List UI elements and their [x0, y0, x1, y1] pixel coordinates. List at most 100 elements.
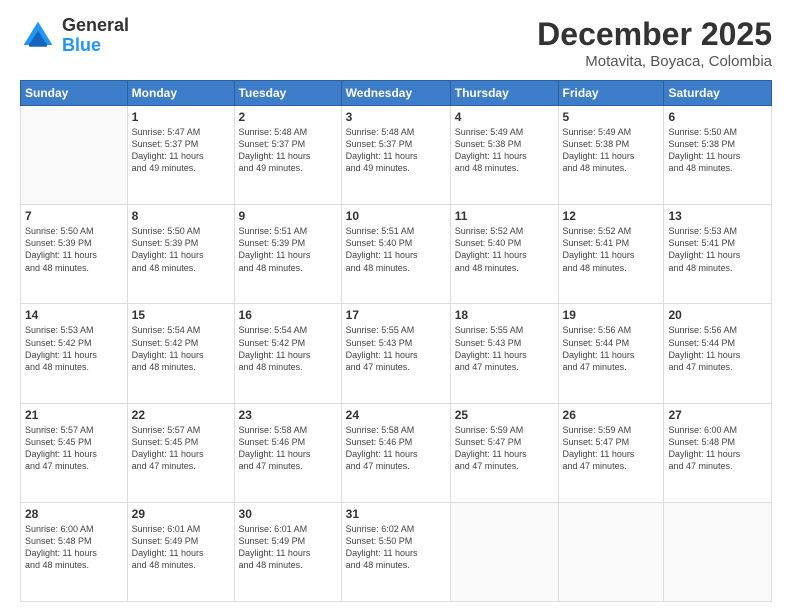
calendar-cell: 14 Sunrise: 5:53 AM Sunset: 5:42 PM Dayli…: [21, 304, 128, 403]
day-info: Sunrise: 6:01 AM Sunset: 5:49 PM Dayligh…: [132, 523, 230, 572]
page: General Blue December 2025 Motavita, Boy…: [0, 0, 792, 612]
calendar-cell: 21 Sunrise: 5:57 AM Sunset: 5:45 PM Dayli…: [21, 403, 128, 502]
calendar-week-row: 21 Sunrise: 5:57 AM Sunset: 5:45 PM Dayli…: [21, 403, 772, 502]
day-number: 23: [239, 408, 337, 422]
day-number: 16: [239, 308, 337, 322]
calendar-cell: 23 Sunrise: 5:58 AM Sunset: 5:46 PM Dayli…: [234, 403, 341, 502]
calendar-cell: 28Sunrise: 6:00 AM Sunset: 5:48 PM Dayli…: [21, 502, 128, 601]
day-info: Sunrise: 5:50 AM Sunset: 5:38 PM Dayligh…: [668, 126, 767, 175]
day-number: 19: [563, 308, 660, 322]
day-number: 10: [346, 209, 446, 223]
day-number: 17: [346, 308, 446, 322]
calendar-cell: [450, 502, 558, 601]
calendar-cell: 4 Sunrise: 5:49 AM Sunset: 5:38 PM Daylig…: [450, 106, 558, 205]
day-number: 30: [239, 507, 337, 521]
day-info: Sunrise: 5:53 AM Sunset: 5:42 PM Dayligh…: [25, 324, 123, 373]
calendar-cell: 18Sunrise: 5:55 AM Sunset: 5:43 PM Dayli…: [450, 304, 558, 403]
month-title: December 2025: [537, 16, 772, 53]
day-info: Sunrise: 5:51 AM Sunset: 5:39 PM Dayligh…: [239, 225, 337, 274]
weekday-header: Tuesday: [234, 81, 341, 106]
day-number: 6: [668, 110, 767, 124]
calendar-cell: 25 Sunrise: 5:59 AM Sunset: 5:47 PM Dayli…: [450, 403, 558, 502]
day-number: 9: [239, 209, 337, 223]
day-info: Sunrise: 5:57 AM Sunset: 5:45 PM Dayligh…: [132, 424, 230, 473]
calendar-cell: 17Sunrise: 5:55 AM Sunset: 5:43 PM Dayli…: [341, 304, 450, 403]
calendar-cell: 6 Sunrise: 5:50 AM Sunset: 5:38 PM Daylig…: [664, 106, 772, 205]
calendar-cell: 2 Sunrise: 5:48 AM Sunset: 5:37 PM Daylig…: [234, 106, 341, 205]
day-info: Sunrise: 5:48 AM Sunset: 5:37 PM Dayligh…: [239, 126, 337, 175]
day-info: Sunrise: 6:02 AM Sunset: 5:50 PM Dayligh…: [346, 523, 446, 572]
day-info: Sunrise: 5:48 AM Sunset: 5:37 PM Dayligh…: [346, 126, 446, 175]
day-info: Sunrise: 5:59 AM Sunset: 5:47 PM Dayligh…: [455, 424, 554, 473]
day-number: 21: [25, 408, 123, 422]
weekday-header: Wednesday: [341, 81, 450, 106]
day-number: 5: [563, 110, 660, 124]
calendar-cell: 30 Sunrise: 6:01 AM Sunset: 5:49 PM Dayli…: [234, 502, 341, 601]
location: Motavita, Boyaca, Colombia: [537, 53, 772, 70]
day-info: Sunrise: 5:50 AM Sunset: 5:39 PM Dayligh…: [25, 225, 123, 274]
logo-icon: [20, 18, 56, 54]
calendar-cell: 3 Sunrise: 5:48 AM Sunset: 5:37 PM Daylig…: [341, 106, 450, 205]
weekday-header: Saturday: [664, 81, 772, 106]
day-info: Sunrise: 5:49 AM Sunset: 5:38 PM Dayligh…: [563, 126, 660, 175]
weekday-header: Sunday: [21, 81, 128, 106]
day-number: 13: [668, 209, 767, 223]
calendar-cell: 26Sunrise: 5:59 AM Sunset: 5:47 PM Dayli…: [558, 403, 664, 502]
day-number: 2: [239, 110, 337, 124]
calendar-cell: 19 Sunrise: 5:56 AM Sunset: 5:44 PM Dayli…: [558, 304, 664, 403]
calendar-week-row: 1 Sunrise: 5:47 AM Sunset: 5:37 PM Daylig…: [21, 106, 772, 205]
day-number: 1: [132, 110, 230, 124]
day-info: Sunrise: 5:47 AM Sunset: 5:37 PM Dayligh…: [132, 126, 230, 175]
weekday-header: Monday: [127, 81, 234, 106]
day-info: Sunrise: 5:58 AM Sunset: 5:46 PM Dayligh…: [346, 424, 446, 473]
day-info: Sunrise: 6:01 AM Sunset: 5:49 PM Dayligh…: [239, 523, 337, 572]
day-info: Sunrise: 5:56 AM Sunset: 5:44 PM Dayligh…: [563, 324, 660, 373]
day-number: 12: [563, 209, 660, 223]
day-info: Sunrise: 5:52 AM Sunset: 5:40 PM Dayligh…: [455, 225, 554, 274]
day-info: Sunrise: 5:52 AM Sunset: 5:41 PM Dayligh…: [563, 225, 660, 274]
day-info: Sunrise: 5:58 AM Sunset: 5:46 PM Dayligh…: [239, 424, 337, 473]
day-info: Sunrise: 6:00 AM Sunset: 5:48 PM Dayligh…: [25, 523, 123, 572]
day-info: Sunrise: 6:00 AM Sunset: 5:48 PM Dayligh…: [668, 424, 767, 473]
day-number: 3: [346, 110, 446, 124]
calendar-cell: 11 Sunrise: 5:52 AM Sunset: 5:40 PM Dayli…: [450, 205, 558, 304]
day-info: Sunrise: 5:59 AM Sunset: 5:47 PM Dayligh…: [563, 424, 660, 473]
day-number: 11: [455, 209, 554, 223]
calendar-cell: 29Sunrise: 6:01 AM Sunset: 5:49 PM Dayli…: [127, 502, 234, 601]
day-number: 18: [455, 308, 554, 322]
calendar-cell: 27Sunrise: 6:00 AM Sunset: 5:48 PM Dayli…: [664, 403, 772, 502]
day-info: Sunrise: 5:56 AM Sunset: 5:44 PM Dayligh…: [668, 324, 767, 373]
day-number: 31: [346, 507, 446, 521]
day-info: Sunrise: 5:49 AM Sunset: 5:38 PM Dayligh…: [455, 126, 554, 175]
calendar-cell: 5 Sunrise: 5:49 AM Sunset: 5:38 PM Daylig…: [558, 106, 664, 205]
title-block: December 2025 Motavita, Boyaca, Colombia: [537, 16, 772, 70]
calendar-cell: 1 Sunrise: 5:47 AM Sunset: 5:37 PM Daylig…: [127, 106, 234, 205]
calendar-cell: 16 Sunrise: 5:54 AM Sunset: 5:42 PM Dayli…: [234, 304, 341, 403]
day-number: 22: [132, 408, 230, 422]
day-info: Sunrise: 5:54 AM Sunset: 5:42 PM Dayligh…: [239, 324, 337, 373]
logo-blue: Blue: [62, 36, 129, 56]
day-info: Sunrise: 5:50 AM Sunset: 5:39 PM Dayligh…: [132, 225, 230, 274]
calendar-cell: 8Sunrise: 5:50 AM Sunset: 5:39 PM Daylig…: [127, 205, 234, 304]
calendar-cell: 10Sunrise: 5:51 AM Sunset: 5:40 PM Dayli…: [341, 205, 450, 304]
calendar-week-row: 28Sunrise: 6:00 AM Sunset: 5:48 PM Dayli…: [21, 502, 772, 601]
day-info: Sunrise: 5:53 AM Sunset: 5:41 PM Dayligh…: [668, 225, 767, 274]
calendar-cell: 9 Sunrise: 5:51 AM Sunset: 5:39 PM Daylig…: [234, 205, 341, 304]
day-number: 24: [346, 408, 446, 422]
logo: General Blue: [20, 16, 129, 56]
calendar-cell: 13 Sunrise: 5:53 AM Sunset: 5:41 PM Dayli…: [664, 205, 772, 304]
day-number: 25: [455, 408, 554, 422]
day-number: 14: [25, 308, 123, 322]
calendar: SundayMondayTuesdayWednesdayThursdayFrid…: [20, 80, 772, 602]
calendar-cell: 24 Sunrise: 5:58 AM Sunset: 5:46 PM Dayli…: [341, 403, 450, 502]
calendar-cell: 20Sunrise: 5:56 AM Sunset: 5:44 PM Dayli…: [664, 304, 772, 403]
calendar-cell: 12 Sunrise: 5:52 AM Sunset: 5:41 PM Dayli…: [558, 205, 664, 304]
weekday-header: Thursday: [450, 81, 558, 106]
day-info: Sunrise: 5:57 AM Sunset: 5:45 PM Dayligh…: [25, 424, 123, 473]
calendar-cell: [664, 502, 772, 601]
day-number: 15: [132, 308, 230, 322]
day-number: 4: [455, 110, 554, 124]
calendar-cell: 15Sunrise: 5:54 AM Sunset: 5:42 PM Dayli…: [127, 304, 234, 403]
logo-text: General Blue: [62, 16, 129, 56]
header: General Blue December 2025 Motavita, Boy…: [20, 16, 772, 70]
